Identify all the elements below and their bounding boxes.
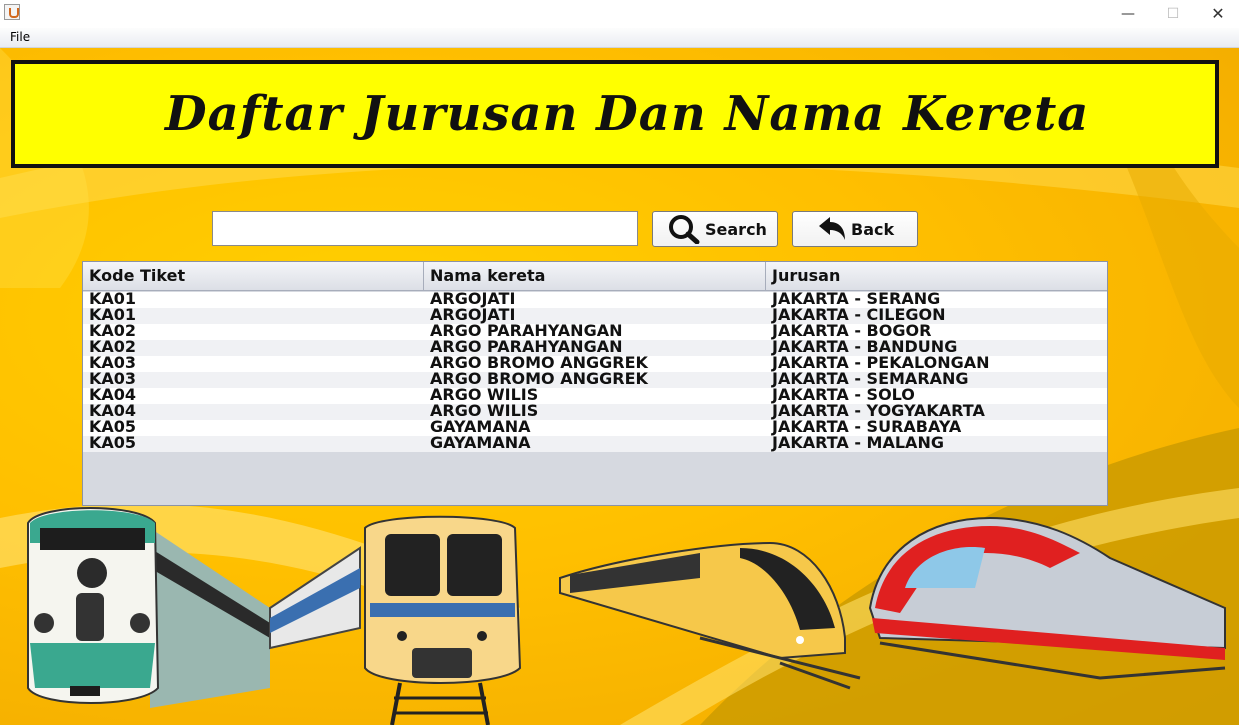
column-header-kode-tiket[interactable]: Kode Tiket xyxy=(83,262,424,290)
maximize-button[interactable]: ☐ xyxy=(1150,0,1196,28)
main-panel: Daftar Jurusan Dan Nama Kereta Search Ba… xyxy=(0,48,1239,725)
menu-file[interactable]: File xyxy=(10,30,30,44)
train-route-table: Kode Tiket Nama kereta Jurusan KA01 ARGOJ… xyxy=(82,261,1108,506)
menu-bar: File xyxy=(0,28,1239,48)
page-title: Daftar Jurusan Dan Nama Kereta xyxy=(165,86,1090,142)
table-row[interactable]: KA05 GAYAMANA JAKARTA - SURABAYA xyxy=(83,418,1107,436)
table-row[interactable]: KA03 ARGO BROMO ANGGREK JAKARTA - SEMARANG xyxy=(83,370,1107,388)
cell-kode-tiket: KA05 xyxy=(89,433,137,452)
column-header-jurusan[interactable]: Jurusan xyxy=(766,262,1107,290)
window-title-bar: — ☐ ✕ xyxy=(0,0,1239,28)
column-header-nama-kereta[interactable]: Nama kereta xyxy=(424,262,766,290)
header-banner: Daftar Jurusan Dan Nama Kereta xyxy=(11,60,1219,168)
java-app-icon xyxy=(4,4,20,20)
search-button[interactable]: Search xyxy=(652,211,778,247)
back-arrow-icon xyxy=(819,217,845,240)
search-button-label: Search xyxy=(705,219,767,239)
search-input[interactable] xyxy=(212,211,638,246)
cell-nama-kereta: GAYAMANA xyxy=(430,433,531,452)
back-button[interactable]: Back xyxy=(792,211,918,247)
table-body: KA01 ARGOJATI JAKARTA - SERANG KA01 ARGOJATI… xyxy=(83,290,1107,452)
table-row[interactable]: KA01 ARGOJATI JAKARTA - SERANG xyxy=(83,290,1107,308)
back-button-label: Back xyxy=(851,219,895,239)
cell-jurusan: JAKARTA - MALANG xyxy=(772,433,944,452)
table-header: Kode Tiket Nama kereta Jurusan xyxy=(83,262,1107,291)
close-button[interactable]: ✕ xyxy=(1195,0,1239,28)
minimize-button[interactable]: — xyxy=(1105,0,1151,28)
train-illustration-3 xyxy=(559,541,861,690)
table-row[interactable]: KA05 GAYAMANA JAKARTA - MALANG xyxy=(83,433,1107,452)
search-icon xyxy=(669,215,700,244)
